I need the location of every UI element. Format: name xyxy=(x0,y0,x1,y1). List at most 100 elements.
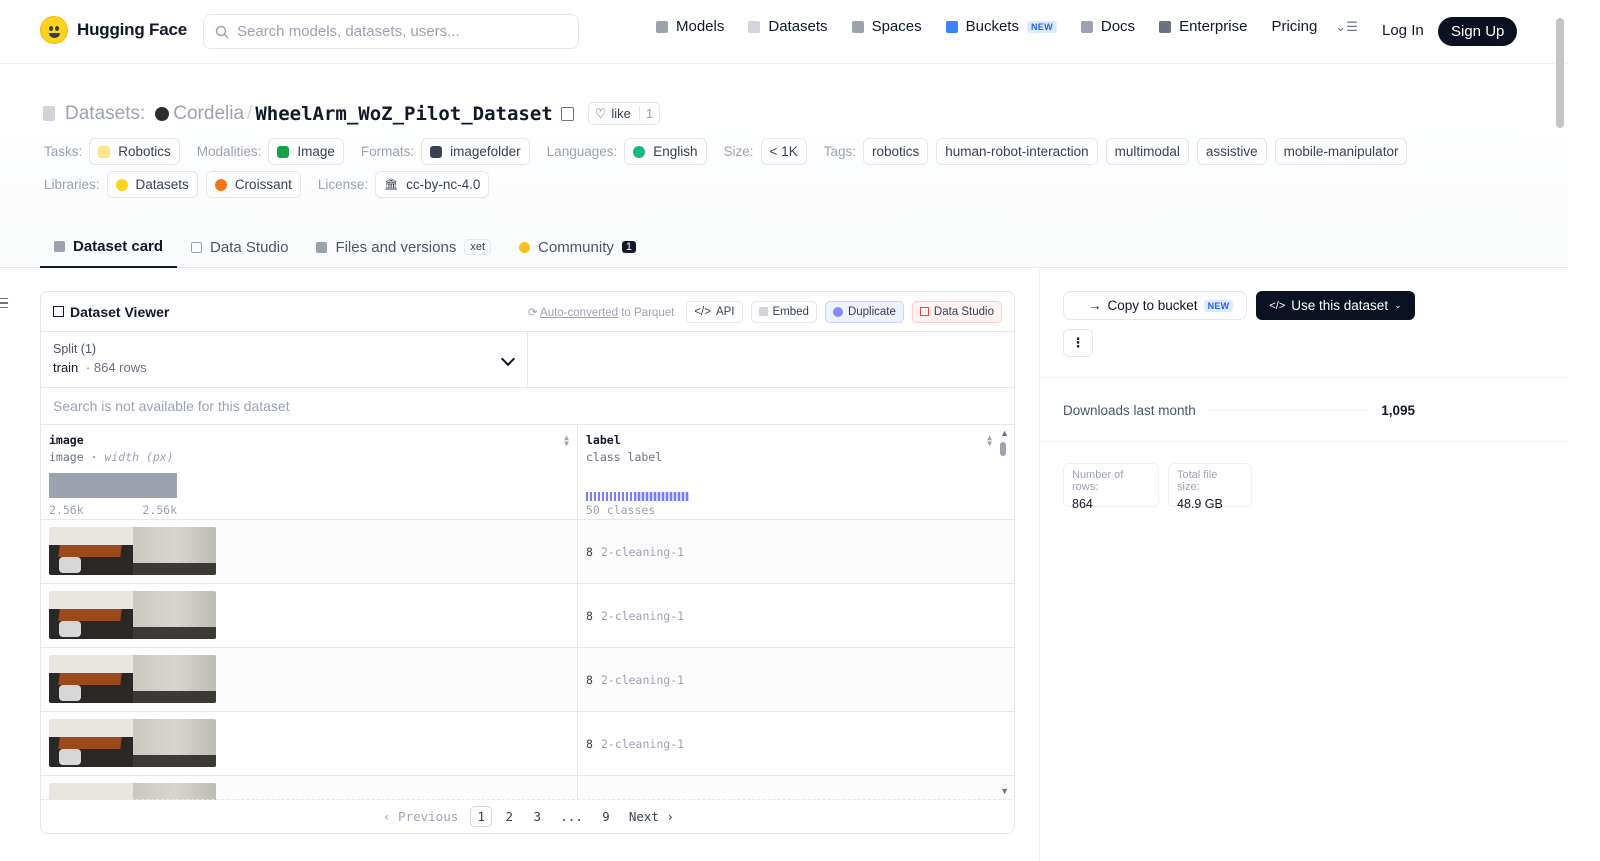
repo-name[interactable]: WheelArm_WoZ_Pilot_Dataset xyxy=(255,103,552,125)
tag-chip[interactable]: human-robot-interaction xyxy=(936,138,1098,165)
format-chip-imagefolder[interactable]: imagefolder xyxy=(421,138,530,165)
image-thumbnail[interactable] xyxy=(49,527,216,575)
column-header-label[interactable]: label class label ▲ ▼ 50 classes xyxy=(578,425,1000,519)
library-chip-datasets[interactable]: Datasets xyxy=(106,171,198,198)
split-rows: 864 rows xyxy=(93,360,147,375)
class-distribution-bar[interactable] xyxy=(586,492,689,501)
duplicate-button[interactable]: Duplicate xyxy=(824,300,904,323)
tag-chip[interactable]: robotics xyxy=(862,138,929,165)
column-headers: image image · width (px) ▲ ▼ 2.56k 2.56k l… xyxy=(41,425,1014,520)
login-link[interactable]: Log In xyxy=(1382,22,1424,39)
label-id: 8 xyxy=(586,544,593,559)
nav-pricing[interactable]: Pricing xyxy=(1271,18,1317,35)
table-row[interactable]: 8 2-cleaning-1 xyxy=(41,648,1014,712)
tasks-label: Tasks: xyxy=(44,144,83,159)
library-chip-label: Croissant xyxy=(234,177,292,192)
tag-chip[interactable]: assistive xyxy=(1196,138,1267,165)
split-selector[interactable]: Split (1) train · 864 rows xyxy=(41,332,528,387)
tag-chip[interactable]: multimodal xyxy=(1105,138,1189,165)
image-thumbnail[interactable] xyxy=(49,719,216,767)
page-1-button[interactable]: 1 xyxy=(470,806,493,827)
table-scrollbar[interactable] xyxy=(1000,442,1006,456)
nav-docs[interactable]: Docs xyxy=(1080,18,1136,35)
library-chip-croissant[interactable]: Croissant xyxy=(205,171,301,198)
histogram-bar[interactable] xyxy=(49,473,177,498)
nav-spaces[interactable]: Spaces xyxy=(851,18,922,35)
next-label: Next xyxy=(628,809,659,824)
more-options-button[interactable]: ⋮ xyxy=(1063,329,1093,357)
page-9-button[interactable]: 9 xyxy=(595,806,617,827)
modality-chip-image[interactable]: Image xyxy=(268,138,344,165)
top-navigation: Hugging Face Models Datasets Spaces Buck… xyxy=(0,0,1568,64)
page-3-button[interactable]: 3 xyxy=(526,806,548,827)
repo-owner[interactable]: Cordelia xyxy=(173,103,244,125)
nav-enterprise[interactable]: Enterprise xyxy=(1159,18,1247,35)
image-thumbnail[interactable] xyxy=(49,591,216,639)
tab-label: Community xyxy=(538,238,614,256)
table-row[interactable]: 8 2-cleaning-1 xyxy=(41,520,1014,584)
page-2-button[interactable]: 2 xyxy=(498,806,520,827)
column-name: label xyxy=(586,433,621,447)
tab-data-studio[interactable]: Data Studio xyxy=(177,226,302,268)
api-label: API xyxy=(715,305,735,318)
task-chip-robotics[interactable]: Robotics xyxy=(89,138,180,165)
community-count-badge: 1 xyxy=(621,241,636,253)
heart-icon: ♡ xyxy=(594,105,607,121)
embed-button[interactable]: Embed xyxy=(750,300,817,323)
label-name: 2-cleaning-1 xyxy=(600,736,685,751)
image-thumbnail[interactable] xyxy=(49,655,216,703)
page-scrollbar[interactable] xyxy=(1556,18,1564,128)
scroll-down-icon[interactable]: ▼ xyxy=(1000,786,1009,796)
breadcrumb-separator: / xyxy=(247,102,253,124)
toc-menu-icon[interactable] xyxy=(0,298,8,308)
brand-link[interactable]: Hugging Face xyxy=(40,16,187,44)
copy-to-bucket-button[interactable]: → Copy to bucket NEW xyxy=(1063,291,1247,320)
tab-files-and-versions[interactable]: Files and versions xet xyxy=(302,226,505,268)
divider xyxy=(1040,441,1569,442)
image-icon xyxy=(277,145,290,158)
tag-chip[interactable]: mobile-manipulator xyxy=(1274,138,1408,165)
size-chip[interactable]: < 1K xyxy=(760,138,807,165)
search-input[interactable] xyxy=(237,23,557,40)
auto-converted-suffix: to Parquet xyxy=(618,306,675,319)
modalities-label: Modalities: xyxy=(196,144,262,159)
next-page-button[interactable]: Next › xyxy=(623,806,680,827)
column-type: image · width (px) xyxy=(49,450,174,464)
scroll-up-icon[interactable]: ▲ xyxy=(1000,428,1009,438)
divider xyxy=(1040,377,1569,378)
language-chip-english[interactable]: English xyxy=(624,138,707,165)
nav-docs-label: Docs xyxy=(1100,18,1136,35)
license-chip[interactable]: 🏛 cc-by-nc-4.0 xyxy=(375,171,490,198)
data-studio-button[interactable]: Data Studio xyxy=(911,300,1002,323)
tab-community[interactable]: Community 1 xyxy=(505,226,650,268)
book-icon xyxy=(1080,20,1093,33)
previous-page-button[interactable]: ‹ Previous xyxy=(377,806,464,827)
more-menu-icon[interactable]: ⌄☰ xyxy=(1335,19,1358,35)
use-this-dataset-button[interactable]: </> Use this dataset ⌄ xyxy=(1256,291,1415,320)
global-search[interactable] xyxy=(203,14,579,49)
table-row[interactable]: 8 2-cleaning-1 xyxy=(41,712,1014,776)
sort-icon[interactable]: ▲ ▼ xyxy=(987,434,992,448)
table-row[interactable] xyxy=(41,776,1014,800)
owner-avatar xyxy=(155,106,170,121)
like-button[interactable]: ♡ like 1 xyxy=(587,102,661,125)
search-icon xyxy=(215,25,229,39)
nav-models[interactable]: Models xyxy=(656,18,724,35)
tab-dataset-card[interactable]: Dataset card xyxy=(40,226,178,268)
image-thumbnail[interactable] xyxy=(49,783,216,800)
viewer-title-label: Dataset Viewer xyxy=(70,303,170,320)
nav-buckets[interactable]: Buckets NEW xyxy=(945,18,1057,35)
number-of-rows-stat: Number of rows: 864 xyxy=(1063,463,1159,511)
new-badge: NEW xyxy=(1026,20,1057,33)
auto-converted-link[interactable]: Auto-converted xyxy=(540,307,618,319)
column-header-image[interactable]: image image · width (px) ▲ ▼ 2.56k 2.56k xyxy=(41,425,578,519)
sort-icon[interactable]: ▲ ▼ xyxy=(564,434,569,448)
label-id: 8 xyxy=(586,672,593,687)
api-button[interactable]: </> API xyxy=(686,300,743,323)
signup-button[interactable]: Sign Up xyxy=(1438,17,1518,46)
nav-datasets[interactable]: Datasets xyxy=(748,18,828,35)
copy-icon[interactable] xyxy=(560,106,574,121)
repo-type-label[interactable]: Datasets: xyxy=(65,103,145,125)
table-row[interactable]: 8 2-cleaning-1 xyxy=(41,584,1014,648)
tab-label: Dataset card xyxy=(73,237,164,255)
